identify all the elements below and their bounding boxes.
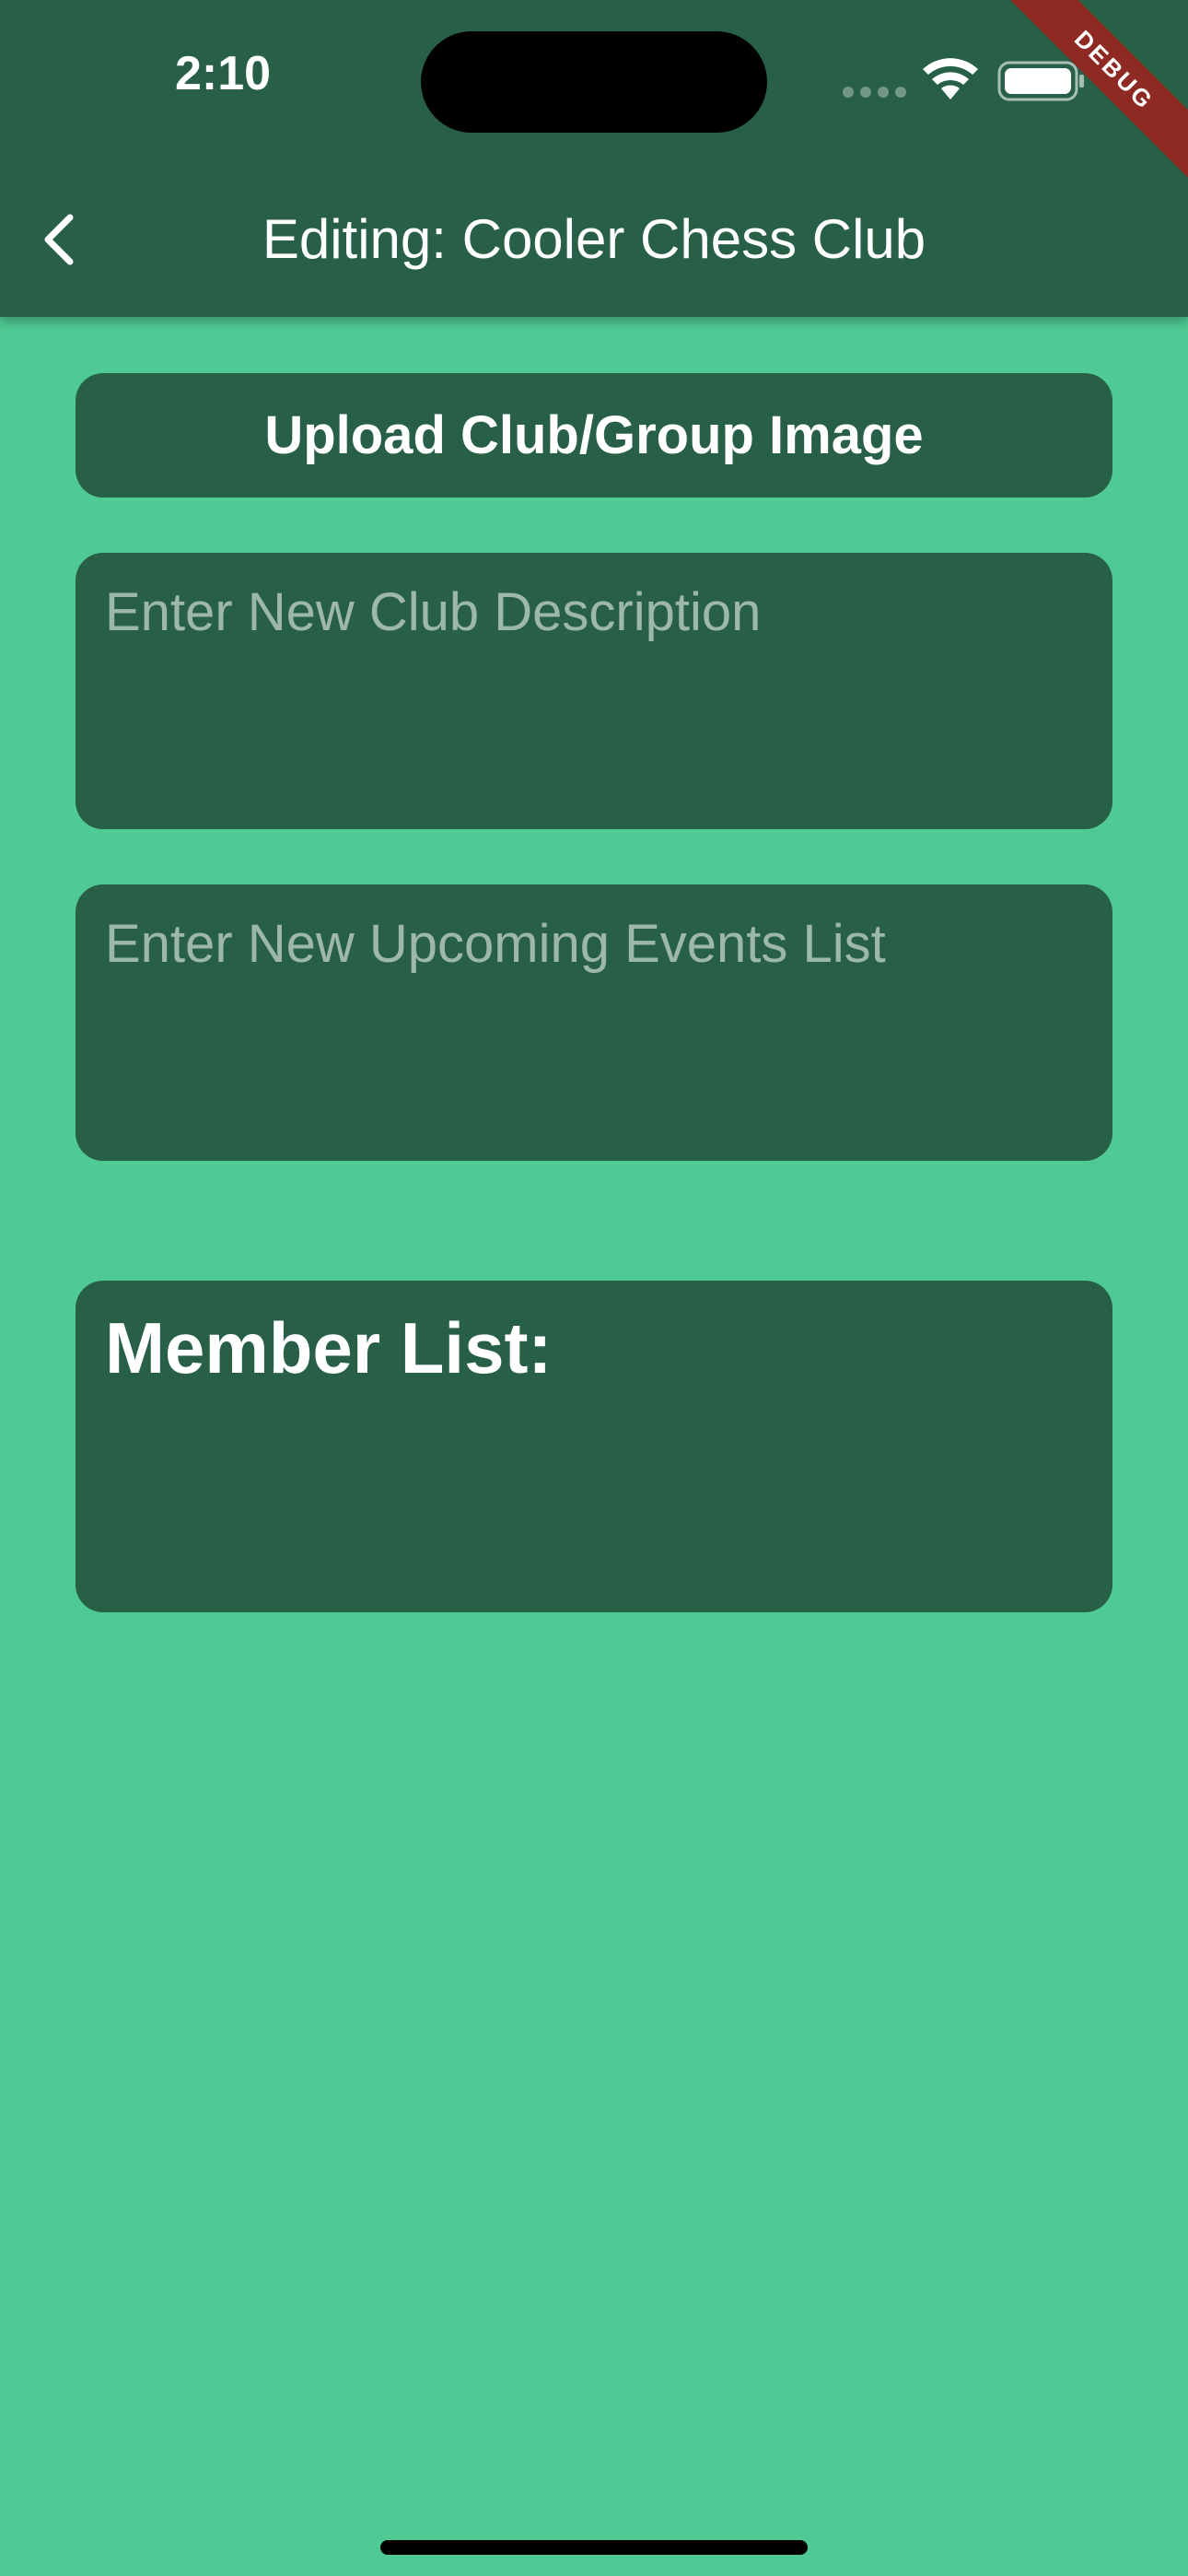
page-title: Editing: Cooler Chess Club [262,208,926,270]
dynamic-island [421,31,767,133]
app-bar: 2:10 Editing: Cooler Chess Club [0,0,1188,317]
member-list-card: Member List: [76,1281,1112,1612]
description-field-container [76,553,1112,829]
home-indicator[interactable] [380,2540,808,2555]
events-field-container [76,884,1112,1161]
member-list-title: Member List: [105,1307,553,1388]
events-field[interactable] [105,912,1083,1133]
upload-image-button[interactable]: Upload Club/Group Image [76,373,1112,498]
description-field[interactable] [105,580,1083,802]
battery-icon [997,61,1084,101]
cellular-signal-icon [843,87,906,98]
wifi-icon [923,58,978,100]
status-time: 2:10 [175,47,272,100]
